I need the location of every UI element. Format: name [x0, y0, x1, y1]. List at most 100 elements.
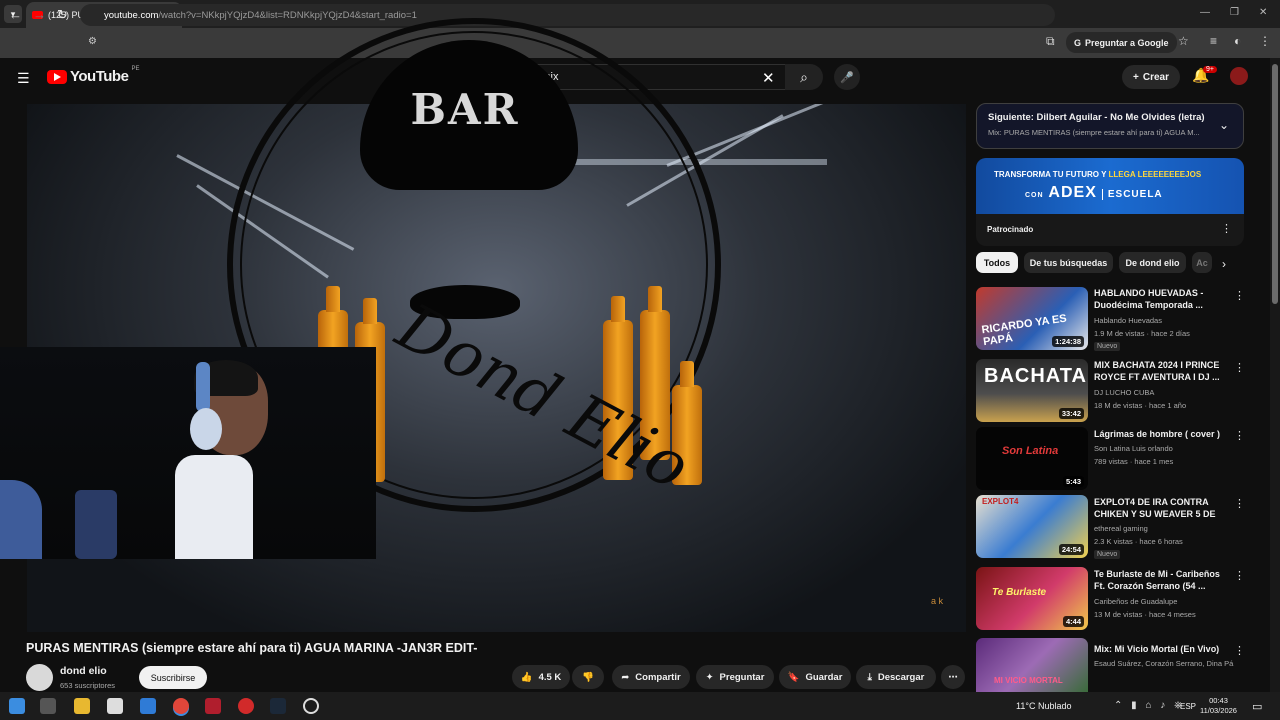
bookmark-star-icon[interactable]: ☆	[1178, 34, 1189, 48]
site-info-icon[interactable]: ⚙	[88, 36, 97, 47]
media-control-icon[interactable]: ≡	[1210, 34, 1217, 48]
video-thumbnail[interactable]: RICARDO YA ES PAPÁ 1:24:38	[976, 287, 1088, 350]
recommendation-channel[interactable]: Esaud Suárez, Corazón Serrano, Dina Pá..…	[1094, 659, 1234, 668]
video-thumbnail[interactable]: Son Latina 5:43	[976, 427, 1088, 490]
recommendation-channel[interactable]: Hablando Huevadas	[1094, 316, 1162, 325]
recommendation-title[interactable]: Te Burlaste de Mi - Caribeños Ft. Corazó…	[1094, 568, 1228, 592]
file-explorer-icon[interactable]	[74, 698, 90, 714]
address-bar[interactable]: youtube.com/watch?v=NKkpjYQjzD4&list=RDN…	[80, 4, 1055, 26]
subscriber-count: 653 suscriptores	[60, 681, 116, 690]
share-button[interactable]: ➦ Compartir	[612, 665, 690, 689]
video-thumbnail[interactable]: EXPLOT4 24:54	[976, 495, 1088, 558]
like-button[interactable]: 👍 4.5 K	[512, 665, 570, 689]
more-options-icon[interactable]: ⋮	[1234, 497, 1245, 510]
thumbs-up-icon: 👍	[520, 671, 533, 683]
chip-from-channel[interactable]: De dond elio	[1119, 252, 1186, 273]
store-icon[interactable]	[107, 698, 123, 714]
recording-app-icon[interactable]	[238, 698, 254, 714]
edge-icon[interactable]	[140, 698, 156, 714]
channel-name[interactable]: dond elio	[60, 665, 107, 677]
back-icon[interactable]: ←	[9, 7, 22, 22]
recommendation-channel[interactable]: Caribeños de Guadalupe	[1094, 597, 1177, 606]
video-thumbnail[interactable]: MI VICIO MORTAL	[976, 638, 1088, 692]
chip-from-searches[interactable]: De tus búsquedas	[1024, 252, 1113, 273]
save-button[interactable]: 🔖 Guardar	[779, 665, 851, 689]
voice-search-button[interactable]: 🎤	[834, 64, 860, 90]
more-options-icon[interactable]: ⋮	[1234, 429, 1245, 442]
share-label: Compartir	[635, 671, 681, 683]
recommendation-channel[interactable]: Son Latina Luis orlando	[1094, 444, 1173, 453]
more-options-icon[interactable]: ⋮	[1234, 361, 1245, 374]
more-options-icon[interactable]: ⋮	[1234, 289, 1245, 302]
chevron-down-icon[interactable]: ⌄	[1219, 118, 1229, 132]
up-next-subtitle: Mix: PURAS MENTIRAS (siempre estare ahí …	[988, 128, 1200, 137]
search-icon: ⌕	[800, 68, 808, 85]
ask-google-label: Preguntar a Google	[1085, 37, 1169, 48]
more-horizontal-icon: ⋯	[948, 671, 958, 683]
video-watermark: a k	[931, 596, 944, 606]
headphone-band	[196, 362, 210, 412]
window-close-icon[interactable]: ✕	[1259, 7, 1267, 18]
search-button[interactable]: ⌕	[785, 64, 823, 90]
sponsored-label: Patrocinado	[987, 225, 1034, 234]
minimize-icon[interactable]: —	[1200, 7, 1210, 18]
install-app-icon[interactable]: ⧉	[1046, 34, 1055, 49]
taskbar-clock[interactable]: 00:43 11/03/2026	[1200, 696, 1237, 716]
chrome-icon[interactable]	[173, 698, 189, 714]
scrollbar-thumb[interactable]	[1272, 64, 1278, 304]
plus-icon: +	[1133, 71, 1139, 83]
ad-tagline: TRANSFORMA TU FUTURO Y LLEGA LEEEEEEEEJO…	[994, 170, 1201, 179]
recommendation-title[interactable]: EXPLOT4 DE IRA CONTRA CHIKEN Y SU WEAVER…	[1094, 496, 1228, 522]
webcam-chair	[75, 490, 117, 559]
more-options-icon[interactable]: ⋮	[1234, 569, 1245, 582]
recommendation-channel[interactable]: DJ LUCHO CUBA	[1094, 388, 1154, 397]
subscribe-button[interactable]: Suscribirse	[139, 666, 207, 689]
maximize-icon[interactable]: ❐	[1230, 7, 1239, 18]
recommendation-title[interactable]: Mix: Mi Vicio Mortal (En Vivo)	[1094, 643, 1228, 655]
reload-icon[interactable]: ↻	[57, 7, 68, 23]
video-duration: 5:43	[1062, 476, 1084, 487]
recommendation-channel[interactable]: ethereal gaming	[1094, 524, 1148, 533]
app-icon[interactable]	[205, 698, 221, 714]
download-button[interactable]: ⤓ Descargar	[856, 665, 936, 689]
url-path: /watch?v=NKkpjYQjzD4&list=RDNKkpjYQjzD4&…	[158, 9, 417, 21]
windows-start-icon[interactable]	[9, 698, 25, 714]
clear-search-icon[interactable]: ✕	[762, 69, 775, 87]
chevron-right-icon[interactable]: ›	[1222, 257, 1226, 271]
video-thumbnail[interactable]: Te Burlaste 4:44	[976, 567, 1088, 630]
ask-google-button[interactable]: G Preguntar a Google	[1066, 32, 1177, 53]
recommendation-title[interactable]: HABLANDO HUEVADAS - Duodécima Temporada …	[1094, 287, 1228, 311]
headphone-earcup	[190, 408, 222, 450]
ask-button[interactable]: ✦ Preguntar	[696, 665, 774, 689]
account-avatar[interactable]	[1230, 67, 1248, 85]
language-indicator[interactable]: ESP	[1180, 702, 1196, 711]
create-button[interactable]: + Crear	[1122, 65, 1180, 89]
more-actions-button[interactable]: ⋯	[941, 665, 965, 689]
obs-icon[interactable]	[303, 698, 319, 714]
video-thumbnail[interactable]: BACHATA 33:42	[976, 359, 1088, 422]
clock-time: 00:43	[1209, 696, 1228, 705]
region-code: PE	[131, 66, 140, 72]
recommendation-title[interactable]: Lágrimas de hombre ( cover )	[1094, 428, 1228, 440]
ad-more-icon[interactable]: ⋮	[1221, 222, 1232, 235]
task-view-icon[interactable]	[40, 698, 56, 714]
webcam-second-person	[0, 480, 42, 559]
browser-menu-icon[interactable]: ⋮	[1259, 34, 1271, 48]
steam-icon[interactable]	[270, 698, 286, 714]
youtube-logo[interactable]: YouTube PE	[47, 66, 140, 85]
chip-partial[interactable]: Ac	[1192, 252, 1212, 273]
channel-avatar[interactable]	[26, 664, 53, 691]
notification-center-icon[interactable]: ▭	[1252, 700, 1262, 713]
hamburger-menu-icon[interactable]: ☰	[17, 70, 30, 87]
download-label: Descargar	[877, 671, 925, 683]
profile-icon[interactable]: ◐	[1234, 34, 1241, 48]
more-options-icon[interactable]: ⋮	[1234, 644, 1245, 657]
weather-widget[interactable]: 11°C Nublado	[1016, 701, 1071, 711]
up-next-panel[interactable]	[976, 103, 1244, 149]
recommendation-title[interactable]: MIX BACHATA 2024 I PRINCE ROYCE FT AVENT…	[1094, 359, 1228, 383]
chip-all[interactable]: Todos	[976, 252, 1018, 273]
forward-icon[interactable]: →	[33, 7, 46, 22]
thumbnail-text: BACHATA	[984, 365, 1087, 387]
system-tray-icons[interactable]: ⌃ ▮ ⌂ ♪ ⎈	[1114, 700, 1185, 711]
dislike-button[interactable]: 👎	[572, 665, 604, 689]
